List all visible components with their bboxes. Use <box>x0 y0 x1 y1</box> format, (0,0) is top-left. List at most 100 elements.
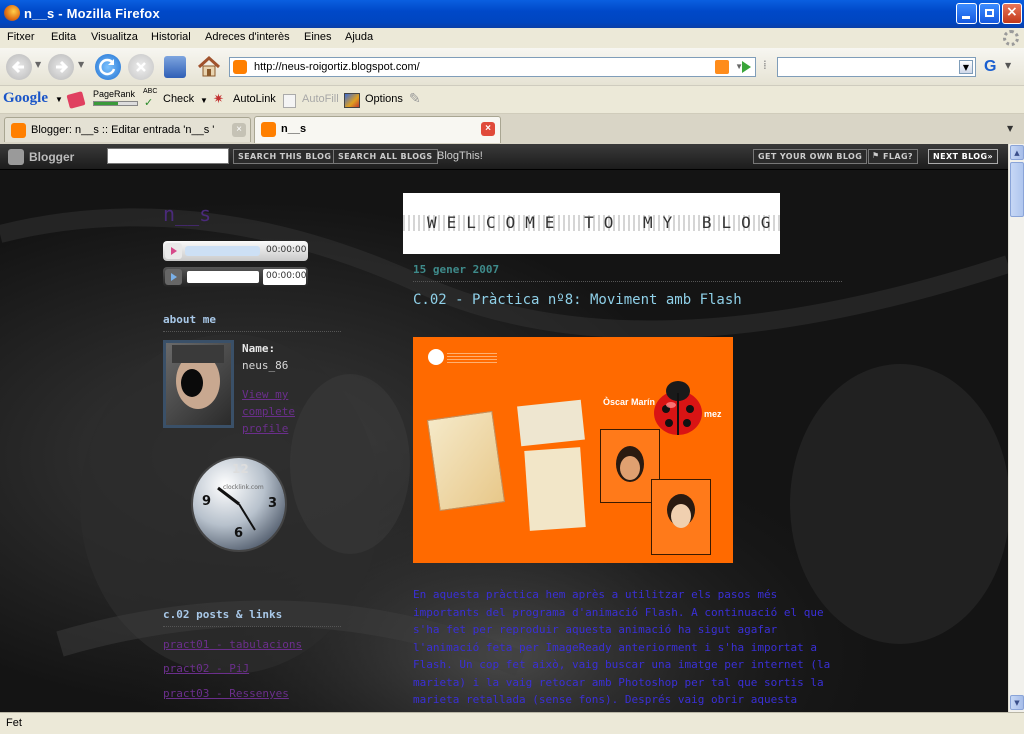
page-scrollbar[interactable]: ▲ ▼ <box>1008 144 1024 712</box>
audio-player-1[interactable]: 00:00:00 <box>163 241 308 261</box>
autolink-button[interactable]: AutoLink <box>233 93 276 105</box>
image-brochure <box>524 447 586 531</box>
menu-eines[interactable]: Eines <box>304 31 332 43</box>
google-logo[interactable]: Google <box>3 90 48 107</box>
search-engine-dropdown-icon[interactable]: ▼ <box>1005 61 1011 70</box>
home-icon[interactable] <box>196 54 222 80</box>
window-titlebar: n__s - Mozilla Firefox × <box>0 0 1024 28</box>
image-portrait-2 <box>651 479 711 555</box>
next-blog-button[interactable]: NEXT BLOG» <box>928 149 999 164</box>
welcome-banner: WELCOME TO MY BLOG <box>403 193 780 254</box>
page-content: Blogger SEARCH THIS BLOG SEARCH ALL BLOG… <box>0 144 1008 712</box>
blogger-logo-icon <box>8 149 24 165</box>
url-text[interactable]: http://neus-roigortiz.blogspot.com/ <box>254 61 420 73</box>
reload-icon[interactable] <box>95 54 121 80</box>
blog-title[interactable]: n__s <box>163 202 211 226</box>
search-this-blog-button[interactable]: SEARCH THIS BLOG <box>233 149 337 164</box>
flag-button[interactable]: ⚑ FLAG? <box>868 149 918 164</box>
options-button[interactable]: Options <box>365 93 403 105</box>
menu-adreces[interactable]: Adreces d'interès <box>205 31 290 43</box>
firefox-icon <box>4 5 20 21</box>
menu-historial[interactable]: Historial <box>151 31 191 43</box>
tab-close-icon[interactable]: × <box>481 122 495 136</box>
autofill-icon[interactable] <box>283 94 296 108</box>
play-icon[interactable] <box>165 269 182 285</box>
restore-button[interactable] <box>979 3 1000 24</box>
forward-dropdown-icon[interactable]: ▼ <box>78 60 84 69</box>
google-dropdown-icon[interactable]: ▼ <box>55 95 63 104</box>
go-icon[interactable] <box>737 58 755 76</box>
highlighter-icon[interactable]: ✎ <box>409 90 421 107</box>
bookmarks-sidebar-icon[interactable] <box>164 56 186 78</box>
ladybug-icon <box>654 381 702 435</box>
audio-time: 00:00:00 <box>266 271 307 281</box>
forward-icon[interactable] <box>48 54 74 80</box>
tab-blog[interactable]: n__s × <box>254 116 501 143</box>
clock-widget[interactable]: 12 3 6 9 clocklink.com <box>193 458 285 550</box>
tab-bar: Blogger: n__s :: Editar entrada 'n__s ' … <box>0 114 1024 144</box>
scroll-up-icon[interactable]: ▲ <box>1010 145 1024 160</box>
scroll-down-icon[interactable]: ▼ <box>1010 695 1024 710</box>
sidebar-link-pract01[interactable]: pract01 - tabulacions <box>163 638 302 651</box>
search-input[interactable]: ▼ <box>777 57 976 77</box>
image-card <box>517 399 585 447</box>
menu-edita[interactable]: Edita <box>51 31 76 43</box>
image-name-text: Òscar Marín <box>603 397 656 407</box>
tab-list-dropdown-icon[interactable]: ▼ <box>1007 119 1021 139</box>
minimize-button[interactable] <box>956 3 977 24</box>
scroll-thumb[interactable] <box>1010 162 1024 217</box>
image-logo-icon <box>428 349 444 365</box>
autolink-icon[interactable]: ✷ <box>213 91 224 107</box>
blogthis-link[interactable]: BlogThis! <box>437 150 483 162</box>
clock-hands <box>217 486 256 531</box>
autofill-button[interactable]: AutoFill <box>302 93 339 105</box>
blogger-tab-icon <box>261 122 276 137</box>
google-search-engine-icon[interactable]: G <box>984 58 1002 76</box>
post-image[interactable]: Òscar Marín mez <box>413 337 733 563</box>
post-body: En aquesta pràctica hem après a utilitza… <box>413 588 831 712</box>
about-me-heading: about me <box>163 313 341 332</box>
check-dropdown-icon[interactable]: ▼ <box>200 96 208 105</box>
tab-label: Blogger: n__s :: Editar entrada 'n__s ' <box>31 124 215 136</box>
image-name-tail-text: mez <box>704 409 722 419</box>
back-dropdown-icon[interactable]: ▼ <box>35 60 41 69</box>
blogger-brand[interactable]: Blogger <box>29 150 74 164</box>
audio-player-2[interactable]: 00:00:00 <box>163 267 308 287</box>
play-icon[interactable] <box>165 243 182 259</box>
sidebar-link-pract02[interactable]: pract02 - PiJ <box>163 662 249 675</box>
profile-name-label: Name: <box>242 342 276 355</box>
check-button[interactable]: Check <box>163 93 194 105</box>
image-fineprint <box>447 353 497 365</box>
close-window-button[interactable]: × <box>1002 3 1022 24</box>
sidebar-link-pract03[interactable]: pract03 - Ressenyes <box>163 687 289 700</box>
blogger-favicon-icon <box>233 60 247 74</box>
blogger-tab-icon <box>11 123 26 138</box>
flag-icon: ⚑ <box>872 151 880 160</box>
menu-visualitza[interactable]: Visualitza <box>91 31 138 43</box>
menu-fitxer[interactable]: Fitxer <box>7 31 35 43</box>
banner-text: WELCOME TO MY BLOG <box>427 213 780 232</box>
flag-label: FLAG? <box>883 152 913 161</box>
search-all-blogs-button[interactable]: SEARCH ALL BLOGS <box>333 149 438 164</box>
menu-ajuda[interactable]: Ajuda <box>345 31 373 43</box>
profile-avatar[interactable] <box>163 340 234 428</box>
tab-close-icon[interactable]: × <box>232 123 246 137</box>
get-own-blog-button[interactable]: GET YOUR OWN BLOG <box>753 149 868 164</box>
spellcheck-tick-icon: ✓ <box>144 97 154 109</box>
search-dropdown-icon[interactable]: ▼ <box>959 60 973 74</box>
pagerank-bar <box>93 101 138 106</box>
audio-progress-track[interactable] <box>185 246 260 256</box>
toolbar-splitter-icon[interactable]: ⁞ <box>763 58 773 76</box>
view-profile-link[interactable]: View my complete profile <box>242 386 342 437</box>
rss-feed-icon[interactable] <box>715 60 729 74</box>
options-icon[interactable] <box>344 93 360 108</box>
tab-blogger-edit[interactable]: Blogger: n__s :: Editar entrada 'n__s ' … <box>4 117 251 142</box>
back-icon[interactable] <box>6 54 32 80</box>
stop-icon[interactable] <box>128 54 154 80</box>
address-bar[interactable]: http://neus-roigortiz.blogspot.com/ ▼ <box>229 57 756 77</box>
blog-search-input[interactable] <box>107 148 229 164</box>
eraser-icon[interactable] <box>66 91 86 109</box>
pagerank-label[interactable]: PageRank <box>93 89 135 99</box>
post-title[interactable]: C.02 - Pràctica nº8: Moviment amb Flash <box>413 292 742 308</box>
audio-progress-track[interactable] <box>187 271 259 283</box>
